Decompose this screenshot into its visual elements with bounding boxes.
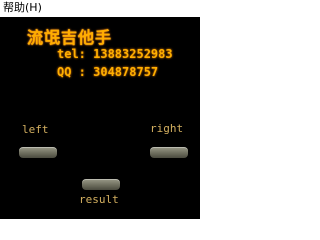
contact-qq: QQ : 304878757 bbox=[57, 65, 159, 79]
left-label: left bbox=[22, 123, 49, 136]
right-button[interactable] bbox=[150, 147, 188, 158]
contact-tel: tel: 13883252983 bbox=[57, 47, 173, 61]
left-button[interactable] bbox=[19, 147, 57, 158]
menubar: 帮助(H) bbox=[0, 0, 200, 17]
right-label: right bbox=[150, 122, 184, 135]
result-label: result bbox=[79, 193, 119, 206]
app-window: 帮助(H) 流氓吉他手 tel: 13883252983 QQ : 304878… bbox=[0, 0, 200, 219]
menu-help[interactable]: 帮助(H) bbox=[3, 1, 42, 15]
main-canvas: 流氓吉他手 tel: 13883252983 QQ : 304878757 le… bbox=[0, 17, 200, 219]
result-button[interactable] bbox=[82, 179, 120, 190]
banner-title: 流氓吉他手 bbox=[27, 28, 113, 47]
